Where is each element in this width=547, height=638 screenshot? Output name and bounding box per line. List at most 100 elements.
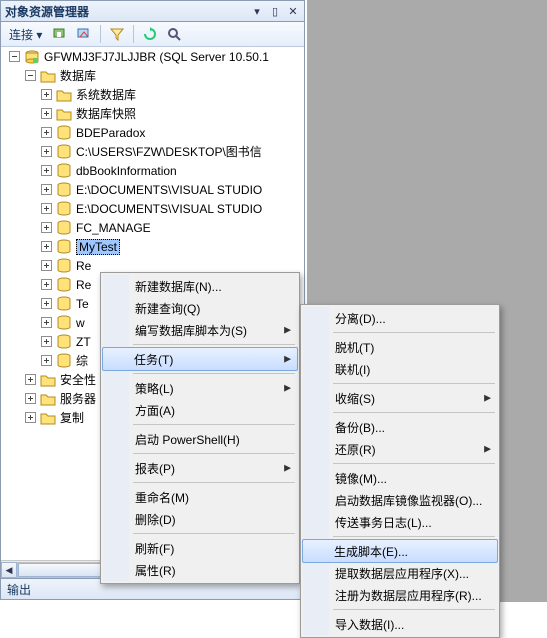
submenu-arrow-icon: ▶ bbox=[484, 444, 491, 455]
menu-separator bbox=[133, 533, 295, 534]
expander-plus-icon[interactable] bbox=[41, 279, 52, 290]
expander-plus-icon[interactable] bbox=[41, 336, 52, 347]
expander-plus-icon[interactable] bbox=[41, 203, 52, 214]
server-label: GFWMJ3FJ7JLJJBR (SQL Server 10.50.1 bbox=[44, 50, 269, 64]
folder-icon bbox=[40, 372, 56, 388]
database-icon bbox=[56, 334, 72, 350]
tree-db-item-selected[interactable]: MyTest bbox=[1, 237, 304, 256]
menu-policy[interactable]: 策略(L)▶ bbox=[103, 377, 297, 399]
filter-icon[interactable] bbox=[107, 24, 127, 44]
menu-separator bbox=[333, 609, 495, 610]
menu-detach[interactable]: 分离(D)... bbox=[303, 307, 497, 329]
menu-import-data[interactable]: 导入数据(I)... bbox=[303, 613, 497, 635]
server-icon bbox=[24, 49, 40, 65]
expander-plus-icon[interactable] bbox=[41, 355, 52, 366]
tree-db-item[interactable]: BDEParadox bbox=[1, 123, 304, 142]
tree-db-item[interactable]: E:\DOCUMENTS\VISUAL STUDIO bbox=[1, 199, 304, 218]
menu-ship-log[interactable]: 传送事务日志(L)... bbox=[303, 511, 497, 533]
tree-sys-db[interactable]: 系统数据库 bbox=[1, 85, 304, 104]
menu-powershell[interactable]: 启动 PowerShell(H) bbox=[103, 428, 297, 450]
selected-db-label: MyTest bbox=[76, 239, 120, 255]
expander-minus-icon[interactable] bbox=[9, 51, 20, 62]
menu-tasks[interactable]: 任务(T)▶ bbox=[102, 347, 298, 371]
menu-mirror[interactable]: 镜像(M)... bbox=[303, 467, 497, 489]
menu-script-db[interactable]: 编写数据库脚本为(S)▶ bbox=[103, 319, 297, 341]
submenu-arrow-icon: ▶ bbox=[484, 393, 491, 404]
tree-db-root[interactable]: 数据库 bbox=[1, 66, 304, 85]
menu-refresh[interactable]: 刷新(F) bbox=[103, 537, 297, 559]
expander-minus-icon[interactable] bbox=[25, 70, 36, 81]
menu-separator bbox=[333, 463, 495, 464]
tree-server-node[interactable]: GFWMJ3FJ7JLJJBR (SQL Server 10.50.1 bbox=[1, 47, 304, 66]
scroll-left-arrow[interactable]: ◀ bbox=[1, 562, 17, 578]
expander-plus-icon[interactable] bbox=[25, 374, 36, 385]
submenu-arrow-icon: ▶ bbox=[284, 325, 291, 336]
menu-extract-dac[interactable]: 提取数据层应用程序(X)... bbox=[303, 562, 497, 584]
menu-separator bbox=[333, 412, 495, 413]
menu-backup[interactable]: 备份(B)... bbox=[303, 416, 497, 438]
menu-facets[interactable]: 方面(A) bbox=[103, 399, 297, 421]
tree-db-item[interactable]: dbBookInformation bbox=[1, 161, 304, 180]
expander-plus-icon[interactable] bbox=[25, 412, 36, 423]
expander-plus-icon[interactable] bbox=[41, 260, 52, 271]
menu-shrink[interactable]: 收缩(S)▶ bbox=[303, 387, 497, 409]
close-icon[interactable]: ✕ bbox=[286, 4, 300, 18]
toolbar: 连接 ▾ bbox=[1, 22, 304, 47]
menu-separator bbox=[333, 536, 495, 537]
expander-plus-icon[interactable] bbox=[41, 127, 52, 138]
dropdown-icon[interactable]: ▾ bbox=[250, 4, 264, 18]
menu-separator bbox=[333, 383, 495, 384]
menu-generate-script[interactable]: 生成脚本(E)... bbox=[302, 539, 498, 563]
menu-properties[interactable]: 属性(R) bbox=[103, 559, 297, 581]
database-icon bbox=[56, 296, 72, 312]
menu-new-query[interactable]: 新建查询(Q) bbox=[103, 297, 297, 319]
tree-db-item[interactable]: FC_MANAGE bbox=[1, 218, 304, 237]
menu-separator bbox=[133, 424, 295, 425]
menu-new-database[interactable]: 新建数据库(N)... bbox=[103, 275, 297, 297]
expander-plus-icon[interactable] bbox=[41, 298, 52, 309]
context-menu: 新建数据库(N)... 新建查询(Q) 编写数据库脚本为(S)▶ 任务(T)▶ … bbox=[100, 272, 300, 584]
database-icon bbox=[56, 258, 72, 274]
expander-plus-icon[interactable] bbox=[41, 184, 52, 195]
expander-plus-icon[interactable] bbox=[41, 108, 52, 119]
menu-rename[interactable]: 重命名(M) bbox=[103, 486, 297, 508]
menu-separator bbox=[133, 373, 295, 374]
refresh-icon[interactable] bbox=[140, 24, 160, 44]
database-icon bbox=[56, 163, 72, 179]
menu-register-dac[interactable]: 注册为数据层应用程序(R)... bbox=[303, 584, 497, 606]
database-icon bbox=[56, 182, 72, 198]
database-icon bbox=[56, 220, 72, 236]
submenu-arrow-icon: ▶ bbox=[284, 463, 291, 474]
tasks-submenu: 分离(D)... 脱机(T) 联机(I) 收缩(S)▶ 备份(B)... 还原(… bbox=[300, 304, 500, 638]
tree-db-item[interactable]: C:\USERS\FZW\DESKTOP\图书信 bbox=[1, 142, 304, 161]
connect-dropdown[interactable]: 连接 ▾ bbox=[5, 26, 46, 43]
menu-restore[interactable]: 还原(R)▶ bbox=[303, 438, 497, 460]
menu-separator bbox=[133, 344, 295, 345]
pin-icon[interactable]: ▯ bbox=[268, 4, 282, 18]
expander-plus-icon[interactable] bbox=[41, 241, 52, 252]
menu-separator bbox=[133, 453, 295, 454]
submenu-arrow-icon: ▶ bbox=[284, 383, 291, 394]
folder-icon bbox=[40, 68, 56, 84]
database-icon bbox=[56, 144, 72, 160]
menu-delete[interactable]: 删除(D) bbox=[103, 508, 297, 530]
expander-plus-icon[interactable] bbox=[41, 89, 52, 100]
expander-plus-icon[interactable] bbox=[41, 317, 52, 328]
menu-reports[interactable]: 报表(P)▶ bbox=[103, 457, 297, 479]
submenu-arrow-icon: ▶ bbox=[284, 354, 291, 365]
search-icon[interactable] bbox=[164, 24, 184, 44]
expander-plus-icon[interactable] bbox=[25, 393, 36, 404]
menu-offline[interactable]: 脱机(T) bbox=[303, 336, 497, 358]
expander-plus-icon[interactable] bbox=[41, 222, 52, 233]
folder-icon bbox=[56, 106, 72, 122]
menu-online[interactable]: 联机(I) bbox=[303, 358, 497, 380]
tree-db-item[interactable]: E:\DOCUMENTS\VISUAL STUDIO bbox=[1, 180, 304, 199]
menu-separator bbox=[133, 482, 295, 483]
toolbar-btn-2[interactable] bbox=[74, 24, 94, 44]
expander-plus-icon[interactable] bbox=[41, 165, 52, 176]
expander-plus-icon[interactable] bbox=[41, 146, 52, 157]
menu-mirror-monitor[interactable]: 启动数据库镜像监视器(O)... bbox=[303, 489, 497, 511]
tree-db-snap[interactable]: 数据库快照 bbox=[1, 104, 304, 123]
toolbar-btn-1[interactable] bbox=[50, 24, 70, 44]
folder-icon bbox=[40, 410, 56, 426]
